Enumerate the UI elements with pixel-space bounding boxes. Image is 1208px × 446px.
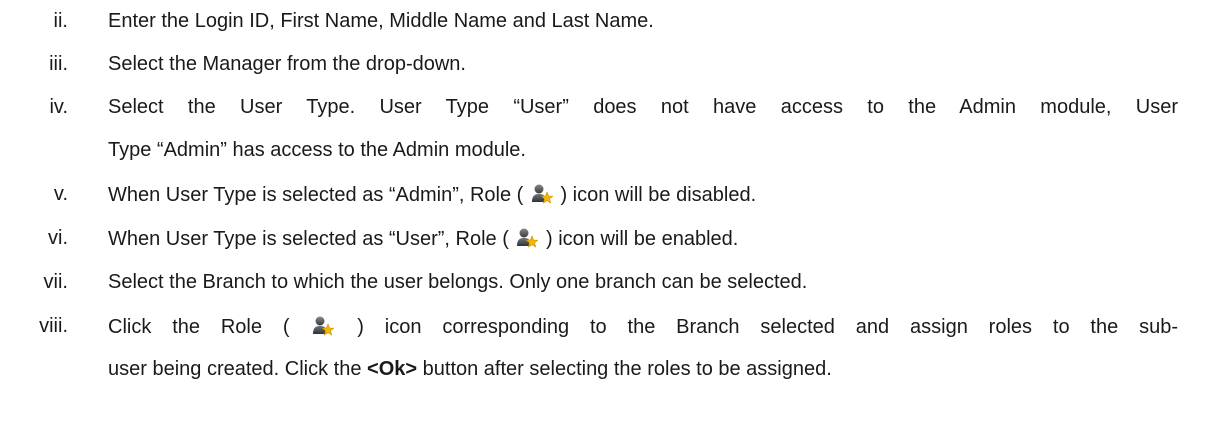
text-before-icon: When User Type is selected as “Admin”, R… <box>108 184 524 206</box>
list-item-text: Type “Admin” has access to the Admin mod… <box>108 139 526 161</box>
list-numeral: ii. <box>53 10 68 32</box>
list-item-text: Select the User Type. User Type “User” d… <box>108 96 1178 118</box>
list-item-text: When User Type is selected as “User”, Ro… <box>108 227 738 251</box>
list-item-text: Select the Branch to which the user belo… <box>108 271 808 293</box>
document-page: { "steps": [ { "numeral": "ii.", "lines"… <box>0 0 1208 446</box>
user-role-icon <box>312 315 334 337</box>
list-item-text: Enter the Login ID, First Name, Middle N… <box>108 10 654 32</box>
list-item-text: Click the Role ( ) icon corresponding to… <box>108 315 1178 339</box>
text-after-bold: button after selecting the roles to be a… <box>417 358 832 380</box>
list-numeral: viii. <box>39 315 68 337</box>
user-role-icon <box>516 227 538 249</box>
text-before-icon: Click the Role ( <box>108 316 290 338</box>
list-item-text: user being created. Click the <Ok> butto… <box>108 358 832 381</box>
list-numeral: vi. <box>48 227 68 249</box>
ok-button-reference: <Ok> <box>367 358 418 380</box>
text-after-icon: ) icon will be enabled. <box>546 228 739 250</box>
user-role-icon <box>531 183 553 205</box>
list-numeral: iii. <box>49 53 68 75</box>
text-before-bold: user being created. Click the <box>108 358 368 380</box>
list-item-text: Select the Manager from the drop-down. <box>108 53 466 75</box>
list-item-text: When User Type is selected as “Admin”, R… <box>108 183 756 207</box>
list-numeral: vii. <box>43 271 68 293</box>
list-numeral: v. <box>53 183 68 205</box>
text-after-icon: ) icon will be disabled. <box>560 184 757 206</box>
list-numeral: iv. <box>49 96 68 118</box>
text-before-icon: When User Type is selected as “User”, Ro… <box>108 228 509 250</box>
text-after-icon: ) icon corresponding to the Branch selec… <box>357 316 1179 338</box>
